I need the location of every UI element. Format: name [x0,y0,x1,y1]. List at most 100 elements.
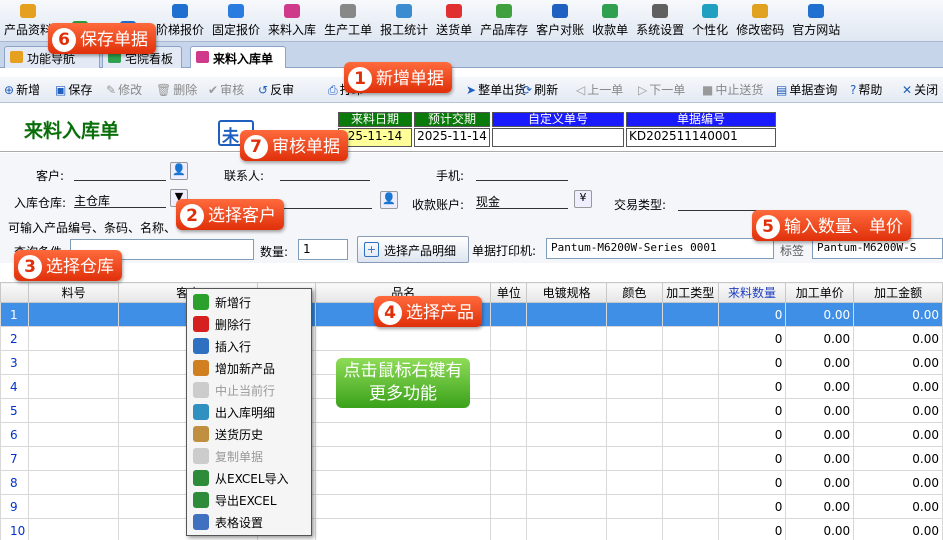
menu-item[interactable]: 个性化 [688,0,732,42]
toolbar-pencil-button[interactable]: ✎ 修改 [106,81,142,98]
table-cell[interactable] [661,422,719,447]
amount-cell[interactable]: 0.00 [853,302,943,327]
menu-item[interactable]: 收款单 [588,0,632,42]
row-number[interactable]: 3 [0,350,30,375]
toolbar-ship-button[interactable]: ➤ 整单出货 [466,81,526,98]
table-cell[interactable] [28,374,119,399]
quantity-cell[interactable]: 0 [717,398,787,423]
table-cell[interactable] [28,518,119,540]
table-cell[interactable] [661,302,719,327]
amount-cell[interactable]: 0.00 [853,470,943,495]
row-number[interactable]: 6 [0,422,30,447]
context-menu-item[interactable]: 删除行 [193,313,251,335]
table-cell[interactable] [490,422,528,447]
select-product-button[interactable]: + 选择产品明细 [357,236,469,263]
table-cell[interactable] [315,494,492,519]
table-cell[interactable] [315,326,492,351]
toolbar-save-button[interactable]: ▣ 保存 [55,81,92,98]
table-cell[interactable] [526,374,607,399]
table-cell[interactable] [526,350,607,375]
price-cell[interactable]: 0.00 [785,374,855,399]
table-cell[interactable] [606,350,663,375]
context-menu-item[interactable]: 从EXCEL导入 [193,467,289,489]
arrival-date-field[interactable]: 25-11-14 [338,128,412,147]
table-cell[interactable] [490,326,528,351]
price-cell[interactable]: 0.00 [785,302,855,327]
table-cell[interactable] [526,302,607,327]
table-cell[interactable] [315,518,492,540]
table-cell[interactable] [28,494,119,519]
table-cell[interactable] [661,494,719,519]
table-cell[interactable] [28,326,119,351]
customer-field[interactable] [74,165,166,181]
table-cell[interactable] [661,350,719,375]
quantity-input[interactable]: 1 [298,239,348,260]
menu-item[interactable]: 生产工单 [320,0,376,42]
custom-number-field[interactable] [492,128,624,147]
row-number[interactable]: 4 [0,374,30,399]
table-cell[interactable] [661,326,719,351]
currency-icon[interactable]: ¥ [574,190,592,208]
amount-cell[interactable]: 0.00 [853,350,943,375]
table-cell[interactable] [526,470,607,495]
table-row[interactable]: 10 0 0.00 0.00 [0,518,943,540]
toolbar-refresh-button[interactable]: ⟳ 刷新 [522,81,558,98]
context-menu-item[interactable]: 表格设置 [193,511,263,533]
table-cell[interactable] [661,446,719,471]
quantity-cell[interactable]: 0 [717,350,787,375]
menu-item[interactable]: 官方网站 [788,0,844,42]
table-row[interactable]: 9 0 0.00 0.00 [0,494,943,519]
context-menu-item[interactable]: 增加新产品 [193,357,275,379]
context-menu-item[interactable]: 插入行 [193,335,251,357]
table-cell[interactable] [606,326,663,351]
context-menu-item[interactable]: 复制单据 [193,445,263,467]
table-cell[interactable] [661,398,719,423]
context-menu-item[interactable]: 出入库明细 [193,401,275,423]
price-cell[interactable]: 0.00 [785,446,855,471]
table-cell[interactable] [490,446,528,471]
column-header[interactable] [0,282,30,303]
table-cell[interactable] [526,446,607,471]
table-row[interactable]: 2 0 0.00 0.00 [0,326,943,351]
menu-item[interactable]: 来料入库 [264,0,320,42]
quantity-cell[interactable]: 0 [717,518,787,540]
trade-type-field[interactable] [678,195,788,211]
amount-cell[interactable]: 0.00 [853,494,943,519]
amount-cell[interactable]: 0.00 [853,326,943,351]
table-row[interactable]: 4 0 0.00 0.00 [0,374,943,399]
table-cell[interactable] [490,470,528,495]
table-cell[interactable] [606,398,663,423]
toolbar-close-button[interactable]: ✕ 关闭 [902,81,938,98]
table-cell[interactable] [28,350,119,375]
row-number[interactable]: 1 [0,302,30,327]
table-cell[interactable] [661,374,719,399]
menu-item[interactable]: 产品库存 [476,0,532,42]
price-cell[interactable]: 0.00 [785,326,855,351]
printer-select[interactable]: Pantum-M6200W-Series 0001 [546,238,774,259]
row-number[interactable]: 7 [0,446,30,471]
price-cell[interactable]: 0.00 [785,398,855,423]
menu-item[interactable]: 送货单 [432,0,476,42]
table-row[interactable]: 3 0 0.00 0.00 [0,350,943,375]
table-cell[interactable] [526,326,607,351]
tab-incoming-receipt[interactable]: 来料入库单 [190,46,286,68]
person-icon[interactable]: 👤 [380,191,398,209]
table-cell[interactable] [315,446,492,471]
toolbar-stop-button[interactable]: ■ 中止送货 [702,81,763,98]
table-cell[interactable] [661,518,719,540]
context-menu-item[interactable]: 导出EXCEL [193,489,277,511]
table-cell[interactable] [526,494,607,519]
table-cell[interactable] [28,446,119,471]
table-cell[interactable] [490,518,528,540]
table-cell[interactable] [606,494,663,519]
table-cell[interactable] [490,398,528,423]
toolbar-search-doc-button[interactable]: ▤ 单据查询 [776,81,837,98]
price-cell[interactable]: 0.00 [785,518,855,540]
menu-item[interactable]: 固定报价 [208,0,264,42]
contact-field[interactable] [280,165,370,181]
menu-item[interactable]: 报工统计 [376,0,432,42]
column-header[interactable]: 料号 [28,282,119,303]
table-cell[interactable] [606,422,663,447]
toolbar-help-button[interactable]: ? 帮助 [850,81,882,98]
amount-cell[interactable]: 0.00 [853,422,943,447]
